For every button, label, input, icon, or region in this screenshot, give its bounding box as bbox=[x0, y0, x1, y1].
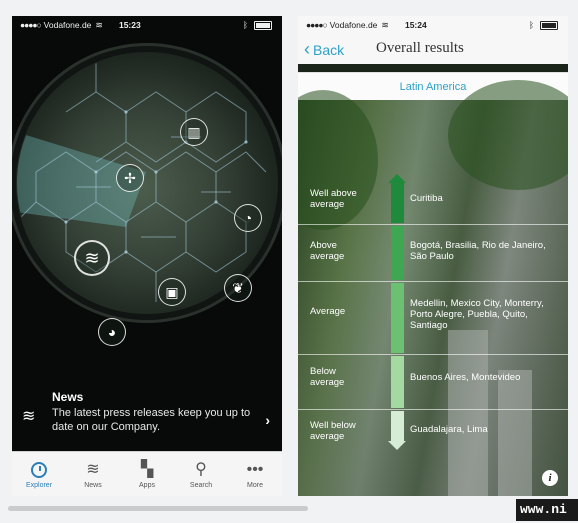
tab-search[interactable]: ⚲ Search bbox=[174, 452, 228, 496]
tab-news[interactable]: ≋ News bbox=[66, 452, 120, 496]
leaf-icon[interactable]: ❦ bbox=[224, 274, 252, 302]
back-label: Back bbox=[313, 41, 345, 58]
back-button[interactable]: ‹ Back bbox=[304, 39, 344, 60]
screenshot-frame: ●●●●○ Vodafone.de ≋ 15:23 ᛒ ▥ ✢ ◔ ≋ ▣ ❦ … bbox=[0, 0, 578, 523]
bluetooth-icon: ᛒ bbox=[528, 20, 534, 30]
building-icon[interactable]: ▥ bbox=[180, 118, 208, 146]
tab-more[interactable]: ••• More bbox=[228, 452, 282, 496]
city-list: Bogotá, Brasilia, Rio de Janeiro, São Pa… bbox=[410, 240, 546, 262]
scale-bar-well-above bbox=[391, 183, 404, 223]
city-list: Medellin, Mexico City, Monterry, Porto A… bbox=[410, 298, 544, 331]
news-title: News bbox=[52, 390, 84, 404]
city-list: Buenos Aires, Montevideo bbox=[410, 372, 521, 383]
scale-arrow-up bbox=[388, 174, 406, 183]
category-label: Well above average bbox=[310, 188, 357, 210]
nav-bar: ‹ Back Overall results bbox=[298, 34, 568, 64]
news-description: The latest press releases keep you up to… bbox=[52, 407, 251, 433]
city-background-photo: Well above average Curitiba Above averag… bbox=[298, 80, 568, 496]
wifi-icon: ≋ bbox=[86, 460, 100, 478]
chevron-right-icon[interactable]: › bbox=[265, 412, 270, 428]
watermark: www.ni bbox=[516, 499, 578, 521]
page-title: Overall results bbox=[376, 40, 464, 56]
signal-icon: ●●●●○ bbox=[306, 20, 328, 30]
scale-bar-well-below bbox=[391, 411, 404, 441]
search-icon: ⚲ bbox=[195, 460, 207, 478]
row-divider bbox=[298, 354, 568, 355]
carrier-name: Vodafone.de bbox=[43, 20, 92, 30]
row-divider bbox=[298, 409, 568, 410]
tab-bar: Explorer ≋ News ▚ Apps ⚲ Search ••• More bbox=[12, 451, 282, 496]
scale-bar-average bbox=[391, 283, 404, 353]
wifi-status-icon: ≋ bbox=[381, 19, 389, 30]
battery-icon bbox=[540, 20, 558, 30]
bluetooth-icon: ᛒ bbox=[242, 20, 248, 30]
row-divider bbox=[298, 224, 568, 225]
status-bar: ●●●●○ Vodafone.de ≋ 15:24 ᛒ bbox=[298, 16, 568, 34]
tab-label: Apps bbox=[139, 481, 155, 489]
status-time: 15:24 bbox=[404, 20, 427, 30]
explorer-radar[interactable]: ▥ ✢ ◔ ≋ ▣ ❦ ◕ bbox=[16, 52, 278, 346]
category-label: Average bbox=[310, 306, 346, 317]
info-icon[interactable]: i bbox=[542, 470, 558, 486]
tab-explorer[interactable]: Explorer bbox=[12, 452, 66, 496]
scale-arrow-down bbox=[388, 441, 406, 450]
tab-apps[interactable]: ▚ Apps bbox=[120, 452, 174, 496]
tree-foliage bbox=[448, 80, 568, 190]
category-label: Above average bbox=[310, 240, 345, 262]
region-label: Latin America bbox=[399, 81, 467, 93]
category-label: Well below average bbox=[310, 420, 356, 442]
tab-label: News bbox=[84, 481, 102, 489]
chevron-left-icon: ‹ bbox=[304, 38, 310, 59]
news-teaser[interactable]: ≋ News The latest press releases keep yo… bbox=[12, 388, 282, 452]
more-icon: ••• bbox=[246, 460, 264, 478]
status-bar: ●●●●○ Vodafone.de ≋ 15:23 ᛒ bbox=[12, 16, 282, 34]
phone-results-screen: ●●●●○ Vodafone.de ≋ 15:24 ᛒ ‹ Back Overal… bbox=[298, 16, 568, 496]
battery-icon bbox=[254, 20, 272, 30]
scale-bar-above bbox=[391, 226, 404, 280]
briefcase-icon[interactable]: ▣ bbox=[158, 278, 186, 306]
city-list: Curitiba bbox=[410, 193, 443, 204]
explorer-icon bbox=[31, 460, 47, 480]
horizontal-scrollbar[interactable] bbox=[8, 506, 308, 511]
row-divider bbox=[298, 281, 568, 282]
city-list: Guadalajara, Lima bbox=[410, 424, 488, 435]
wind-turbine-icon[interactable]: ✢ bbox=[116, 164, 144, 192]
apps-icon: ▚ bbox=[140, 460, 154, 478]
phone-explorer-screen: ●●●●○ Vodafone.de ≋ 15:23 ᛒ ▥ ✢ ◔ ≋ ▣ ❦ … bbox=[12, 16, 282, 496]
carrier-name: Vodafone.de bbox=[329, 20, 378, 30]
wifi-node-icon[interactable]: ≋ bbox=[74, 240, 110, 276]
signal-icon: ●●●●○ bbox=[20, 20, 42, 30]
pie-chart-icon[interactable]: ◕ bbox=[98, 318, 126, 346]
category-label: Below average bbox=[310, 366, 345, 388]
wifi-icon: ≋ bbox=[22, 408, 36, 425]
tab-label: More bbox=[247, 481, 263, 489]
compass-icon[interactable]: ◔ bbox=[234, 204, 262, 232]
wifi-status-icon: ≋ bbox=[95, 19, 103, 30]
scale-bar-below bbox=[391, 356, 404, 408]
tab-label: Search bbox=[189, 481, 213, 489]
status-time: 15:23 bbox=[118, 20, 141, 30]
tab-label: Explorer bbox=[25, 481, 53, 489]
